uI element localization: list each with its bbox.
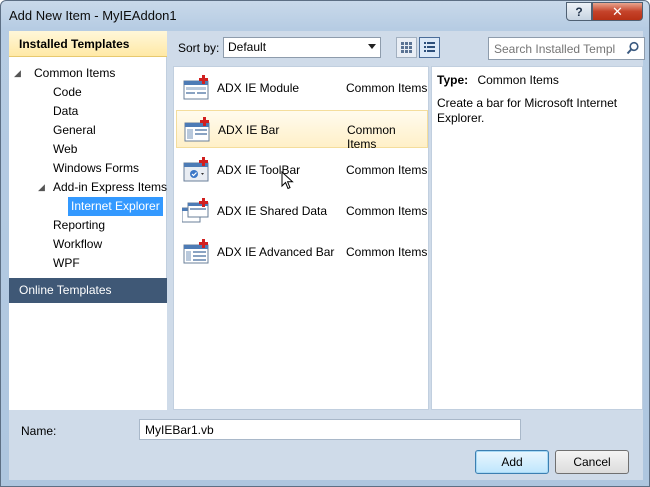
details-view-icon — [424, 42, 435, 52]
tree-item-code[interactable]: Code — [53, 83, 82, 102]
adx-module-icon — [182, 75, 212, 101]
add-new-item-dialog: Add New Item - MyIEAddon1 ? ✕ Installed … — [0, 0, 650, 487]
sort-by-label: Sort by: — [178, 41, 220, 55]
medium-icons-view-icon — [401, 42, 412, 53]
cancel-button[interactable]: Cancel — [555, 450, 629, 474]
tree-item-web[interactable]: Web — [53, 140, 77, 159]
template-item-adx-ie-advanced-bar[interactable]: ADX IE Advanced Bar Common Items — [176, 233, 428, 271]
online-templates-label: Online Templates — [19, 283, 112, 297]
template-item-name: ADX IE Advanced Bar — [217, 245, 335, 259]
tree-item-windows-forms[interactable]: Windows Forms — [53, 159, 139, 178]
info-description: Create a bar for Microsoft Internet Expl… — [437, 96, 618, 125]
medium-icons-view-button[interactable] — [396, 37, 417, 58]
template-item-category: Common Items — [347, 123, 396, 151]
adx-advanced-bar-icon — [182, 239, 212, 265]
sort-by-value: Default — [228, 40, 267, 54]
help-button[interactable]: ? — [566, 2, 592, 21]
tree-item-label: Common Items — [34, 66, 116, 80]
template-item-adx-ie-bar[interactable]: ADX IE Bar Common Items — [176, 110, 428, 151]
tree-item-label: Add-in Express Items — [53, 180, 168, 194]
expanded-arrow-icon[interactable]: ◢ — [14, 64, 21, 82]
template-info-panel: Type: Common Items Create a bar for Micr… — [431, 66, 643, 410]
expanded-arrow-icon[interactable]: ◢ — [38, 178, 45, 196]
tree-item-reporting[interactable]: Reporting — [53, 216, 105, 235]
tree-item-workflow[interactable]: Workflow — [53, 235, 102, 254]
name-label-text: Name: — [21, 424, 57, 438]
tree-item-internet-explorer[interactable]: Internet Explorer — [68, 197, 163, 216]
info-type-label: Type: — [437, 73, 469, 87]
online-templates-header[interactable]: Online Templates — [9, 278, 167, 303]
tree-item-wpf[interactable]: WPF — [53, 254, 80, 273]
close-button[interactable]: ✕ — [592, 2, 643, 21]
template-item-category: Common Items — [346, 204, 428, 218]
dialog-body: Installed Templates ◢ Common Items Code … — [9, 31, 645, 480]
installed-templates-label: Installed Templates — [19, 37, 130, 51]
tree-item-data[interactable]: Data — [53, 102, 78, 121]
adx-shared-data-icon — [181, 198, 212, 224]
installed-templates-header[interactable]: Installed Templates — [9, 31, 167, 57]
left-panel-empty-area — [9, 303, 167, 410]
template-item-adx-ie-toolbar[interactable]: ADX IE ToolBar Common Items — [176, 151, 428, 189]
template-toolbar: Sort by: Default — [167, 31, 645, 63]
name-label: Name: — [21, 424, 56, 438]
info-type-value: Common Items — [477, 73, 559, 87]
chevron-down-icon — [368, 44, 376, 49]
template-item-name: ADX IE Module — [217, 81, 300, 95]
mouse-cursor-icon — [281, 170, 295, 194]
template-list: ADX IE Module Common Items ADX IE Bar Co… — [173, 66, 429, 410]
adx-bar-icon — [183, 117, 213, 143]
name-field[interactable] — [139, 419, 521, 440]
window-title: Add New Item - MyIEAddon1 — [9, 8, 177, 23]
template-item-adx-ie-shared-data[interactable]: ADX IE Shared Data Common Items — [176, 192, 428, 230]
template-item-name: ADX IE Bar — [218, 123, 280, 137]
details-view-button[interactable] — [419, 37, 440, 58]
search-input[interactable] — [494, 39, 624, 58]
tree-item-general[interactable]: General — [53, 121, 96, 140]
search-icon[interactable] — [626, 41, 640, 58]
template-item-category: Common Items — [346, 163, 428, 177]
template-item-category: Common Items — [346, 81, 428, 95]
adx-toolbar-icon — [182, 157, 212, 183]
template-item-adx-ie-module[interactable]: ADX IE Module Common Items — [176, 69, 428, 107]
title-bar[interactable]: Add New Item - MyIEAddon1 ? ✕ — [1, 1, 649, 29]
template-categories-panel: Installed Templates ◢ Common Items Code … — [9, 31, 167, 410]
add-button[interactable]: Add — [475, 450, 549, 474]
template-item-category: Common Items — [346, 245, 428, 259]
info-type: Type: Common Items — [437, 73, 559, 87]
sort-by-dropdown[interactable]: Default — [223, 37, 381, 58]
template-item-name: ADX IE Shared Data — [217, 204, 328, 218]
search-box[interactable] — [488, 37, 645, 60]
